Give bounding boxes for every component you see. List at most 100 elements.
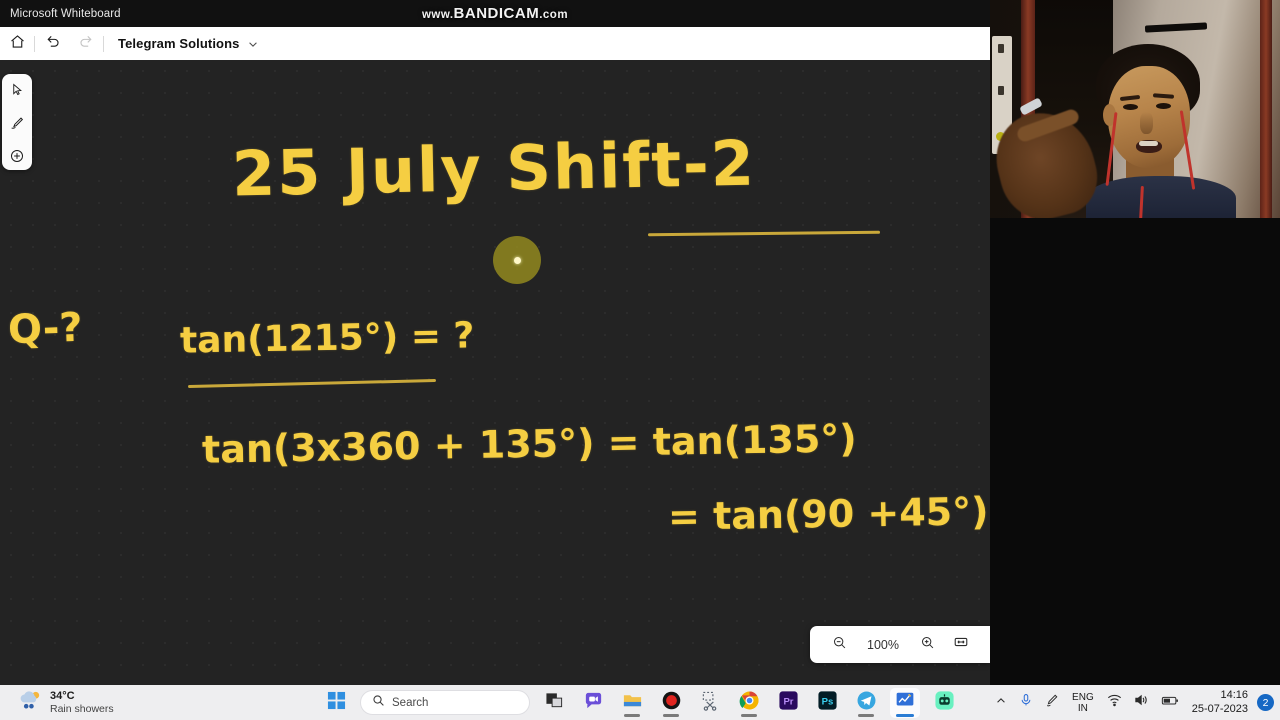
pen-tool[interactable] [5,113,29,137]
battery-button[interactable] [1155,685,1185,720]
clock-and-date[interactable]: 14:16 25-07-2023 [1185,689,1255,715]
system-tray: ENG IN 14:16 25-07-2023 2 [989,685,1274,720]
zoom-out-button[interactable] [822,628,856,662]
premiere-icon: Pr [778,690,799,716]
webcam-overlay [990,0,1280,218]
zoom-control-panel: 100% [810,626,990,663]
svg-text:Ps: Ps [821,696,833,707]
plus-circle-icon [9,148,25,169]
robot-icon [934,690,955,716]
desktop-background-right [990,218,1280,685]
taskbar-app-task-view[interactable] [539,688,569,718]
whiteboard-canvas[interactable]: 25 July Shift-2 Q-? tan(1215°) = ? tan(3… [0,60,990,685]
battery-icon [1161,694,1179,712]
handwritten-title: 25 July Shift-2 [231,126,757,211]
search-placeholder: Search [392,696,429,709]
chat-icon [583,690,604,716]
mouse-click-highlight [493,236,541,284]
taskbar-app-premiere-pro[interactable]: Pr [773,688,803,718]
app-title: Microsoft Whiteboard [10,7,121,20]
running-indicator [624,713,640,717]
zoom-in-button[interactable] [910,628,944,662]
active-indicator [896,713,914,717]
speaker-icon [1134,693,1149,712]
fit-to-screen-button[interactable] [944,628,978,662]
webcam-person-eye-right [1156,103,1171,109]
notification-badge[interactable]: 2 [1257,694,1274,711]
scissors-icon [700,690,721,716]
taskbar-app-chat[interactable] [578,688,608,718]
fit-to-screen-icon [953,634,969,655]
chevron-up-icon [995,694,1007,712]
add-tool[interactable] [5,146,29,170]
document-name[interactable]: Telegram Solutions [104,36,239,51]
webcam-person-teeth [1139,141,1158,146]
webcam-person-eye-left [1123,104,1138,110]
handwritten-title-underline [647,230,881,237]
language-primary: ENG [1072,691,1094,703]
app-toolbar: Telegram Solutions [0,27,990,60]
wifi-button[interactable] [1101,685,1128,720]
language-indicator[interactable]: ENG IN [1065,692,1101,714]
search-icon [372,694,385,712]
clock-time: 14:16 [1220,689,1248,702]
tray-expand-button[interactable] [989,685,1013,720]
redo-icon [78,33,95,55]
pen-icon [1045,693,1059,712]
chevron-down-icon[interactable] [239,38,259,50]
handwritten-equation-line3: = tan(90 +45°) [667,489,989,539]
home-icon [9,33,26,55]
taskbar-app-green-app[interactable] [929,688,959,718]
pen-menu-button[interactable] [1039,685,1065,720]
handwritten-question-label: Q-? [7,304,84,354]
whiteboard-icon [895,690,915,715]
windows-taskbar: 34°C Rain showers Search Pr Ps ENG IN 14… [0,685,1280,720]
taskbar-app-snipping-tool[interactable] [695,688,725,718]
undo-icon [44,33,61,55]
taskbar-app-google-chrome[interactable] [734,688,764,718]
telegram-icon [856,690,877,716]
handwritten-equation-line2: tan(3x360 + 135°) = tan(135°) [201,416,858,472]
wifi-icon [1107,693,1122,712]
zoom-in-icon [920,635,935,655]
redo-button[interactable] [69,27,103,60]
folder-icon [622,690,643,716]
clock-date: 25-07-2023 [1191,702,1248,715]
zoom-out-icon [832,635,847,655]
window-titlebar: Microsoft Whiteboard [0,0,990,27]
windows-start-icon [327,691,346,715]
volume-button[interactable] [1128,685,1155,720]
taskbar-app-bandicam[interactable] [656,688,686,718]
handwritten-line1-underline [188,378,436,389]
handwritten-equation-line1: tan(1215°) = ? [179,315,475,362]
cursor-select-icon [10,82,25,102]
search-input[interactable]: Search [360,690,530,715]
select-tool[interactable] [5,80,29,104]
zoom-level-label: 100% [867,637,899,652]
taskbar-app-microsoft-whiteboard[interactable] [890,687,920,718]
windows-start-button[interactable] [321,688,351,718]
pen-icon [9,115,25,136]
svg-text:Pr: Pr [783,696,793,707]
language-secondary: IN [1077,702,1088,714]
webcam-switch-1 [998,44,1004,53]
photoshop-icon: Ps [817,690,838,716]
microphone-button[interactable] [1013,685,1039,720]
undo-button[interactable] [35,27,69,60]
cursor-dot [513,256,521,264]
running-indicator [741,713,757,717]
microphone-icon [1019,693,1033,712]
home-button[interactable] [0,27,34,60]
taskbar-app-file-explorer[interactable] [617,688,647,718]
webcam-switch-2 [998,86,1004,95]
tool-palette [2,74,32,170]
chrome-icon [739,690,760,716]
webcam-door-frame-right [1260,0,1272,218]
webcam-person-nose [1140,112,1153,134]
taskbar-app-photoshop[interactable]: Ps [812,688,842,718]
taskbar-app-telegram[interactable] [851,688,881,718]
running-indicator [663,713,679,717]
running-indicator [858,713,874,717]
record-icon [661,690,682,716]
task-view-icon [545,691,564,715]
